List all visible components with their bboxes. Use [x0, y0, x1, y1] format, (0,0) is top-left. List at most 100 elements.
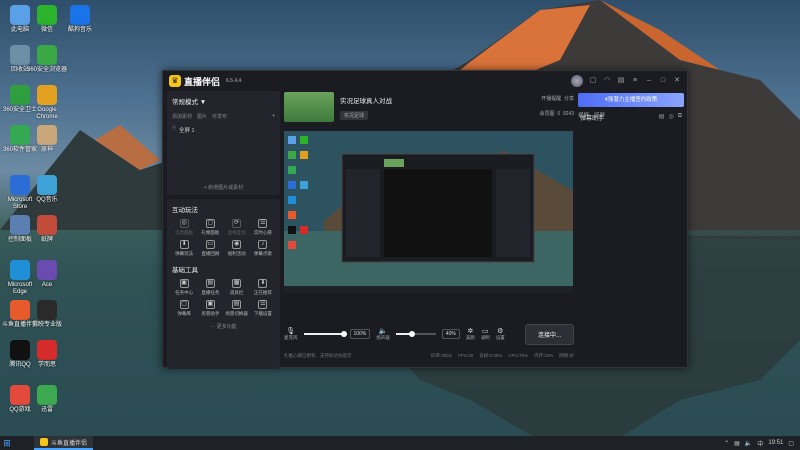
tool-item[interactable]: ▢ 弹幕库 — [171, 300, 197, 317]
room-category[interactable]: 实况足球 — [340, 111, 369, 120]
add-scene-button[interactable]: + 新增图片或素材 — [167, 184, 280, 191]
desktop-shortcut[interactable]: 酷狗音乐 — [60, 5, 100, 34]
mode-dropdown[interactable]: 常规模式 ▼ — [172, 96, 206, 106]
member-stat: 会员图 — [539, 111, 555, 117]
settings-button[interactable]: ⚙ 设置 — [496, 327, 505, 341]
interact-item[interactable]: ⬇ 弹幕玩法 — [171, 240, 197, 257]
tools-title: 基础工具 — [172, 267, 198, 274]
menu-icon[interactable]: ≡ — [631, 77, 639, 85]
tool-item[interactable]: ▣ 房管助手 — [197, 300, 223, 317]
desktop-shortcut[interactable]: Google Chrome — [27, 85, 67, 121]
tool-item[interactable]: ⬇ 正在推荐 — [250, 279, 276, 296]
app-name: 直播伴侣 — [184, 76, 221, 87]
status-item: 扎推心跳已更新，支持标达标提示 — [284, 353, 352, 358]
scene-item[interactable]: ⠿ 全屏 1 — [167, 122, 280, 138]
tool-icon: ▢ — [179, 300, 189, 309]
tool-label: 场景切换器 — [225, 311, 248, 316]
record-button[interactable]: ▭ 录制 — [481, 327, 490, 341]
live-reminder-link[interactable]: 开播提醒 — [541, 96, 561, 102]
desktop-shortcut[interactable]: 剪映专业版 — [27, 300, 67, 329]
interact-item[interactable]: ◎ 信息面板 — [171, 219, 197, 236]
tool-item[interactable]: ▦ 道具栏 — [224, 279, 250, 296]
desktop-shortcut[interactable]: QQ音乐 — [27, 175, 67, 204]
tool-item[interactable]: ▣ 任务中心 — [171, 279, 197, 296]
interact-icon: ◉ — [232, 240, 242, 249]
tool-label: 正在推荐 — [253, 290, 272, 295]
tool-label: 房管助手 — [201, 311, 220, 316]
clock[interactable]: 19:51 — [768, 440, 783, 446]
viewers-stat: 9243 — [562, 111, 574, 117]
scene-tab[interactable]: 可发布 — [212, 113, 227, 120]
tool-icon: ▤ — [205, 279, 215, 288]
desktop-shortcut[interactable]: 纸牌 — [27, 215, 67, 244]
interact-item[interactable]: ▢ 礼物面板 — [197, 219, 223, 236]
maximize-icon[interactable]: □ — [659, 77, 667, 85]
speaker-icon[interactable]: 🔈 — [376, 327, 390, 335]
close-icon[interactable]: ✕ — [673, 77, 681, 85]
interact-item[interactable]: ♪ 弹幕点歌 — [250, 240, 276, 257]
tool-item[interactable]: ☰ 下播设置 — [250, 300, 276, 317]
tool-icon: ▤ — [232, 300, 242, 309]
tool-label: 任务中心 — [175, 290, 194, 295]
notification-icon[interactable]: ▢ — [788, 440, 794, 447]
interact-icon: ♪ — [258, 240, 268, 249]
interact-item[interactable]: ⟳ 连线互动 — [224, 219, 250, 236]
avatar[interactable] — [571, 75, 583, 87]
interact-icon: ▭ — [205, 240, 215, 249]
list-icon[interactable]: ▤ — [659, 113, 665, 122]
scene-tab[interactable]: 图片 — [197, 113, 207, 120]
speaker-volume-slider[interactable] — [395, 331, 436, 337]
status-item: FPS:30 — [458, 353, 474, 358]
mic-icon[interactable]: 🎙 — [284, 327, 298, 335]
desktop-shortcut[interactable]: 原神 — [27, 125, 67, 154]
desktop-shortcut-label: 迅雷 — [40, 407, 53, 413]
scene-item-label: 全屏 1 — [179, 128, 195, 134]
tool-item[interactable]: ▤ 直播任务 — [197, 279, 223, 296]
message-icon[interactable]: ▢ — [589, 77, 597, 85]
app-icon — [37, 260, 57, 280]
interact-label: 直播回顾 — [201, 251, 220, 256]
volume-icon[interactable]: 🔈 — [745, 440, 752, 447]
app-icon — [37, 215, 57, 235]
mic-volume-slider[interactable] — [303, 331, 347, 337]
promo-banner[interactable]: 4强潜力主播签约政策 — [578, 93, 684, 107]
input-language[interactable]: 中 — [757, 439, 763, 448]
scene-tab[interactable]: 添加素材 — [172, 113, 192, 120]
interact-item[interactable]: ◉ 福利活动 — [224, 240, 250, 257]
room-cover[interactable] — [284, 92, 334, 122]
support-icon[interactable]: ◠ — [603, 77, 611, 85]
desktop-shortcut-label: 学而思 — [37, 362, 56, 368]
start-live-button[interactable]: 连接中... — [524, 323, 574, 345]
beauty-label: 美颜 — [465, 335, 475, 340]
room-title[interactable]: 实况足球真人对战 — [340, 95, 540, 105]
stream-preview[interactable] — [284, 131, 573, 293]
settings-icon[interactable]: ◎ — [668, 113, 673, 122]
beauty-icon: ✲ — [467, 328, 474, 335]
more-functions-button[interactable]: ··· 更多功能 — [167, 319, 280, 334]
beauty-button[interactable]: ✲ 美颜 — [466, 327, 475, 341]
app-taskbar-icon — [40, 438, 48, 446]
desktop-shortcut-label: Ace — [41, 282, 53, 288]
status-item: 网络:好 — [559, 353, 574, 358]
interact-item[interactable]: ☰ 实时心愿 — [250, 219, 276, 236]
taskbar-app[interactable]: 斗鱼直播伴侣 — [34, 436, 94, 450]
add-icon[interactable]: + — [272, 113, 275, 120]
popout-icon[interactable]: ⧉ — [678, 113, 682, 122]
danmaku-panel: 4强潜力主播签约政策 弹幕助手 ▤ ◎ ⧉ — [574, 91, 688, 369]
interact-title: 互动玩法 — [172, 207, 198, 214]
share-link[interactable]: 分享 — [564, 96, 574, 102]
notice-icon[interactable]: ▤ — [617, 77, 625, 85]
tool-item[interactable]: ▤ 场景切换器 — [224, 300, 250, 317]
desktop-shortcut[interactable]: 360安全浏览器 — [27, 45, 67, 74]
desktop-shortcut[interactable]: 迅雷 — [27, 385, 67, 414]
speaker-label: 扬声器 — [376, 335, 390, 340]
interact-item[interactable]: ▭ 直播回顾 — [197, 240, 223, 257]
desktop-shortcut-label: 原神 — [40, 147, 53, 153]
tray-expand-icon[interactable]: ⌃ — [724, 440, 729, 447]
network-icon[interactable]: ▤ — [734, 440, 740, 447]
desktop-shortcut[interactable]: Ace — [27, 260, 67, 289]
desktop-shortcut[interactable]: 学而思 — [27, 340, 67, 369]
minimize-icon[interactable]: – — [645, 77, 653, 85]
start-icon[interactable]: ⊞ — [0, 436, 14, 450]
drag-handle-icon[interactable]: ⠿ — [172, 126, 176, 132]
